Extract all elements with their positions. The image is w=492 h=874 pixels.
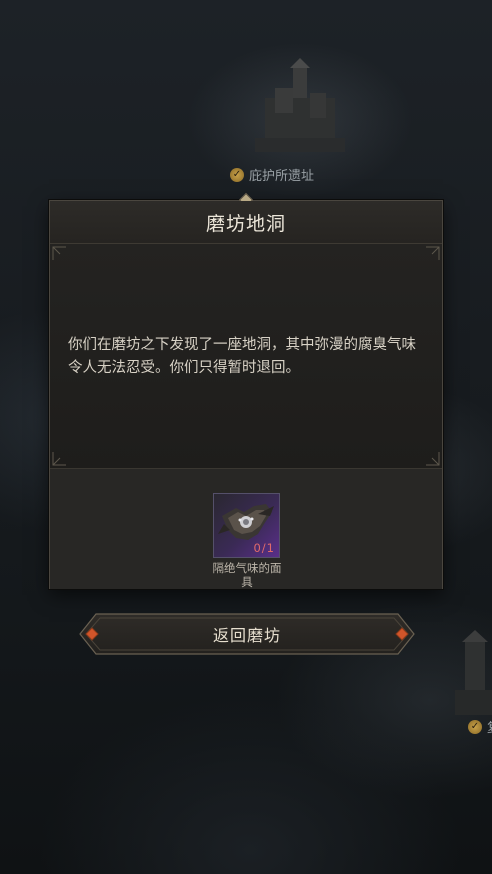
corner-ornament-icon <box>52 446 72 466</box>
checkmark-icon: ✓ <box>230 167 244 182</box>
corner-ornament-icon <box>420 446 440 466</box>
corner-ornament-icon <box>420 246 440 266</box>
map-location-name: 庇护所遗址 <box>249 169 315 184</box>
dialog-header: 磨坊地洞 <box>50 201 442 244</box>
return-button-label: 返回磨坊 <box>212 626 281 645</box>
item-name: 隔绝气味的面具 <box>212 561 282 589</box>
required-items-area: 0/1 隔绝气味的面具 <box>50 469 442 589</box>
dialog-body: 你们在磨坊之下发现了一座地洞，其中弥漫的腐臭气味令人无法忍受。你们只得暂时退回。 <box>50 244 442 468</box>
game-screen: ✓ 庇护所遗址 ✓ 复 磨坊地洞 你们在磨坊 <box>0 0 492 874</box>
required-item-slot[interactable]: 0/1 <box>213 493 280 558</box>
event-dialog: 磨坊地洞 你们在磨坊之下发现了一座地洞，其中弥漫的腐臭气味令人无法忍受。你们只得… <box>49 192 443 589</box>
map-location-label[interactable]: ✓ 庇护所遗址 <box>230 165 314 184</box>
dialog-title: 磨坊地洞 <box>205 212 286 235</box>
checkmark-icon: ✓ <box>468 719 482 734</box>
return-button[interactable]: 返回磨坊 <box>78 612 416 656</box>
item-count: 0/1 <box>253 541 275 555</box>
ruined-tower-map-icon[interactable] <box>450 630 492 720</box>
corner-ornament-icon <box>52 246 72 266</box>
ruined-shelter-map-icon[interactable] <box>255 58 345 158</box>
map-location-name: 复 <box>487 717 492 736</box>
event-description: 你们在磨坊之下发现了一座地洞，其中弥漫的腐臭气味令人无法忍受。你们只得暂时退回。 <box>68 337 416 376</box>
map-location-label-offscreen[interactable]: ✓ 复 <box>468 717 492 736</box>
